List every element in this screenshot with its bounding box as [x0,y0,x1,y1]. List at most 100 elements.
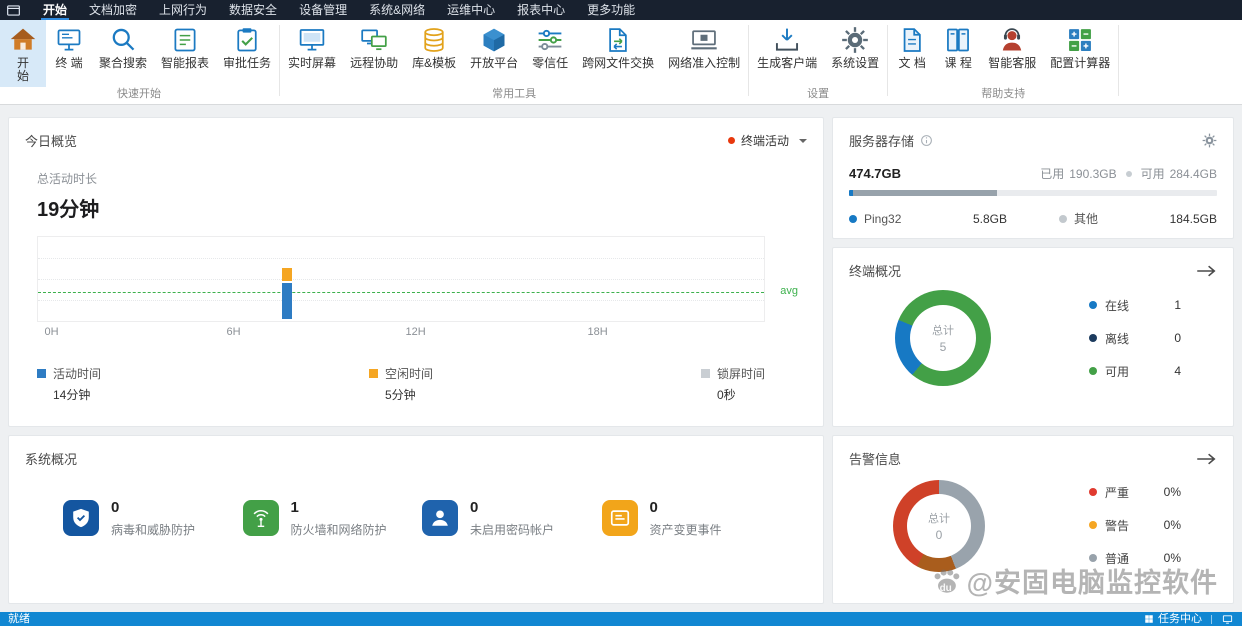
ribbon-button-report[interactable]: 智能报表 [154,20,216,87]
metric-label: 资产变更事件 [649,523,722,537]
ribbon-button-exchange[interactable]: 跨网文件交换 [575,20,661,87]
chart-legend-item: 锁屏时间 0秒 [700,365,765,403]
ribbon-button-search[interactable]: 聚合搜索 [92,20,154,87]
ribbon-button-label: 配置计算器 [1050,56,1111,70]
ribbon-button-docs[interactable]: 文 档 [889,20,935,87]
ribbon-group: 文 档 课 程 智能客服 配置计算器帮助支持 [889,20,1117,104]
dashboard: 今日概览 终端活动 总活动时长 19分钟 avg 0H 6H 12H 18H 活… [0,105,1242,612]
today-overview-card: 今日概览 终端活动 总活动时长 19分钟 avg 0H 6H 12H 18H 活… [8,117,824,427]
alerts-legend: 严重 0% 警告 0% 普通 0% [1089,484,1181,567]
ribbon-button-course[interactable]: 课 程 [935,20,981,87]
menu-tab-6[interactable]: 系统&网络 [358,0,436,20]
ribbon-button-label: 智能报表 [161,56,210,70]
top-menu-bar: 开始 文档加密 上网行为 数据安全 设备管理 系统&网络 运维中心 报表中心 更多功能 [0,0,1242,20]
ribbon-button-label: 课 程 [944,56,972,70]
ribbon-button-terminal[interactable]: 终 端 [46,20,92,87]
ribbon-group: 实时屏幕 远程协助 库&模板 开放平台 零信任 跨网文件交换 网络准入控制 常用工具 [281,20,747,104]
ribbon-separator [279,25,281,96]
metric-value: 0 [111,499,120,516]
ribbon-button-label: 跨网文件交换 [582,56,655,70]
x-axis: 0H 6H 12H 18H [37,326,765,341]
menu-tab-4[interactable]: 数据安全 [218,0,288,20]
donut-legend-item: 普通 0% [1089,550,1181,567]
menu-tab-3[interactable]: 上网行为 [148,0,218,20]
menu-tabs: 开始 文档加密 上网行为 数据安全 设备管理 系统&网络 运维中心 报表中心 更多功能 [32,0,646,20]
legend-swatch-icon [368,369,378,378]
x-tick-label: 0H [44,326,59,338]
shield-icon [63,500,99,536]
menu-tab-8[interactable]: 报表中心 [506,0,576,20]
arrow-right-icon[interactable] [1195,452,1217,466]
menu-tab-1[interactable]: 开始 [32,0,78,20]
terminal-overview-card: 终端概况 总计 5 在线 1 离线 0 可用 4 [832,247,1234,427]
gear-icon[interactable] [1202,133,1217,148]
app-menu-button[interactable] [0,0,26,20]
chart-plot-area: avg [37,236,798,322]
legend-dot-icon [1089,488,1097,496]
ribbon-button-remote[interactable]: 远程协助 [343,20,405,87]
grid-icon [1144,614,1154,624]
ribbon-button-label: 开 始 [16,56,29,83]
assets-icon [601,500,638,536]
info-icon[interactable] [920,134,933,147]
activity-filter-dropdown[interactable]: 终端活动 [727,132,807,149]
free-label: 可用 [1140,167,1165,181]
monitor-icon[interactable] [1221,614,1234,625]
card-title: 告警信息 [849,452,902,467]
ribbon-group: 开 始 终 端 聚合搜索 智能报表 审批任务 快速开始 [0,20,278,104]
metric-label: 总活动时长 [37,172,98,186]
legend-value: 5分钟 [384,388,416,402]
ribbon-group-label: 帮助支持 [981,88,1026,100]
system-metrics: 0 病毒和威胁防护 1 防火墙和网络防护 0 未启用密码帐户 0 资产变更事件 [25,500,807,538]
legend-value: 0% [1163,518,1181,532]
ribbon-button-calculator[interactable]: 配置计算器 [1043,20,1117,87]
menu-tab-7[interactable]: 运维中心 [436,0,506,20]
donut-legend-item: 警告 0% [1089,517,1181,534]
ribbon-button-client[interactable]: 生成客户端 [750,20,824,87]
storage-usage: 已用 190.3GB 可用 284.4GB [1040,165,1217,182]
zerotrust-icon [536,26,564,54]
donut-legend-item: 可用 4 [1089,363,1181,380]
card-title: 服务器存储 [849,134,915,149]
donut-legend-item: 在线 1 [1089,297,1181,314]
ribbon-button-nac[interactable]: 网络准入控制 [661,20,747,87]
support-icon [998,26,1026,54]
average-line [38,292,764,294]
ribbon-button-label: 系统设置 [831,56,880,70]
course-icon [944,26,972,54]
server-storage-card: 服务器存储 474.7GB 已用 190.3GB 可用 284.4GB Ping… [832,117,1234,239]
legend-swatch-icon [37,369,46,378]
docs-icon [898,26,926,54]
donut-legend-item: 离线 0 [1089,330,1181,347]
status-ready: 就绪 [8,613,30,625]
legend-name: 离线 [1105,331,1130,346]
approval-icon [233,26,261,54]
ribbon-button-home[interactable]: 开 始 [0,20,46,87]
ribbon-separator [887,25,889,96]
right-column: 服务器存储 474.7GB 已用 190.3GB 可用 284.4GB Ping… [832,117,1234,604]
legend-name: 普通 [1105,551,1130,566]
ribbon-button-zerotrust[interactable]: 零信任 [525,20,575,87]
ribbon-button-library[interactable]: 库&模板 [405,20,463,87]
ribbon-button-support[interactable]: 智能客服 [981,20,1043,87]
gridline [38,300,764,301]
activity-timeline-chart: avg 0H 6H 12H 18H [37,236,798,341]
menu-tab-2[interactable]: 文档加密 [78,0,148,20]
separator-dot-icon [1125,170,1132,177]
menu-tab-9[interactable]: 更多功能 [576,0,646,20]
x-tick-label: 18H [587,326,608,338]
arrow-right-icon[interactable] [1195,264,1217,278]
menu-tab-5[interactable]: 设备管理 [288,0,358,20]
ribbon-button-label: 库&模板 [412,56,457,70]
legend-value: 0 [1174,331,1181,345]
settings-icon [841,26,869,54]
task-center-button[interactable]: 任务中心 [1144,612,1202,626]
metric-value: 1 [290,499,299,516]
ribbon-button-settings[interactable]: 系统设置 [824,20,886,87]
ribbon-button-label: 生成客户端 [757,56,818,70]
ribbon-button-approval[interactable]: 审批任务 [216,20,278,87]
x-tick-label: 6H [226,326,241,338]
legend-dot-icon [1089,367,1097,375]
ribbon-button-screen[interactable]: 实时屏幕 [281,20,343,87]
ribbon-button-platform[interactable]: 开放平台 [463,20,525,87]
